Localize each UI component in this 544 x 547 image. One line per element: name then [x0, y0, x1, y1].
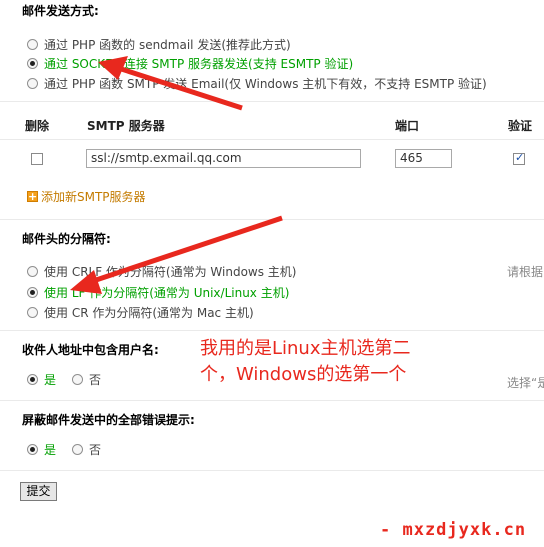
- send-method-title: 邮件发送方式:: [22, 4, 99, 18]
- radio-include-username-yes[interactable]: [27, 374, 38, 385]
- col-header-delete: 删除: [25, 119, 50, 133]
- radio-suppress-errors-no[interactable]: [72, 444, 84, 455]
- col-header-port: 端口: [395, 119, 420, 133]
- separator-option-label: 使用 CRLF 作为分隔符(通常为 Windows 主机): [44, 264, 297, 279]
- add-smtp-server-label: 添加新SMTP服务器: [41, 190, 146, 204]
- radio-crlf[interactable]: [27, 265, 38, 277]
- divider: [0, 139, 544, 140]
- radio-sendmail[interactable]: [27, 38, 38, 50]
- col-header-smtp-server: SMTP 服务器: [87, 119, 165, 133]
- divider: [0, 219, 544, 220]
- plus-icon: +: [27, 190, 38, 203]
- radio-lf[interactable]: [27, 286, 38, 298]
- separator-option-lf[interactable]: 使用 LF 作为分隔符(通常为 Unix/Linux 主机): [27, 284, 289, 300]
- add-smtp-server-link[interactable]: + 添加新SMTP服务器: [27, 188, 146, 205]
- annotation-text: 我用的是Linux主机选第二 个，Windows的选第一个: [200, 336, 460, 388]
- include-username-no-label: 否: [89, 373, 102, 387]
- send-method-option-socket[interactable]: 通过 SOCKET 连接 SMTP 服务器发送(支持 ESMTP 验证): [27, 55, 353, 71]
- separator-hint: 请根据: [507, 265, 544, 279]
- delete-checkbox[interactable]: [31, 153, 43, 165]
- separator-option-cr[interactable]: 使用 CR 作为分隔符(通常为 Mac 主机): [27, 304, 254, 320]
- separator-title: 邮件头的分隔符:: [22, 232, 111, 246]
- separator-option-label: 使用 LF 作为分隔符(通常为 Unix/Linux 主机): [44, 285, 290, 300]
- port-input[interactable]: 465: [395, 149, 452, 168]
- col-header-auth: 验证: [508, 119, 533, 133]
- radio-include-username-no[interactable]: [72, 374, 84, 385]
- radio-cr[interactable]: [27, 306, 38, 318]
- radio-suppress-errors-yes[interactable]: [27, 444, 38, 455]
- submit-button[interactable]: 提交: [20, 482, 57, 501]
- smtp-server-input[interactable]: ssl://smtp.exmail.qq.com: [86, 149, 361, 168]
- auth-checkbox[interactable]: [513, 151, 525, 165]
- send-method-option-label: 通过 SOCKET 连接 SMTP 服务器发送(支持 ESMTP 验证): [44, 56, 354, 71]
- divider: [0, 400, 544, 401]
- radio-php-smtp[interactable]: [27, 77, 38, 89]
- suppress-errors-no-label: 否: [89, 443, 102, 457]
- send-method-option-sendmail[interactable]: 通过 PHP 函数的 sendmail 发送(推荐此方式): [27, 36, 291, 52]
- divider: [0, 330, 544, 331]
- annotation-line: 个，Windows的选第一个: [200, 364, 407, 385]
- send-method-option-php-smtp[interactable]: 通过 PHP 函数 SMTP 发送 Email(仅 Windows 主机下有效，…: [27, 75, 487, 91]
- send-method-option-label: 通过 PHP 函数的 sendmail 发送(推荐此方式): [44, 37, 291, 52]
- include-username-yes-label: 是: [44, 373, 57, 387]
- include-username-hint: 选择“是: [507, 376, 544, 390]
- suppress-errors-choice: 是 否: [27, 441, 101, 458]
- send-method-option-label: 通过 PHP 函数 SMTP 发送 Email(仅 Windows 主机下有效，…: [44, 76, 487, 91]
- suppress-errors-yes-label: 是: [44, 443, 57, 457]
- include-username-choice: 是 否: [27, 371, 101, 388]
- separator-option-crlf[interactable]: 使用 CRLF 作为分隔符(通常为 Windows 主机): [27, 263, 297, 279]
- include-username-title: 收件人地址中包含用户名:: [22, 343, 159, 357]
- annotation-line: 我用的是Linux主机选第二: [200, 338, 411, 359]
- divider: [0, 101, 544, 102]
- divider: [0, 470, 544, 471]
- watermark-text: - mxzdjyxk.cn: [380, 520, 527, 540]
- mail-settings-page: 邮件发送方式: 通过 PHP 函数的 sendmail 发送(推荐此方式) 通过…: [0, 0, 544, 547]
- separator-option-label: 使用 CR 作为分隔符(通常为 Mac 主机): [44, 305, 254, 320]
- radio-socket[interactable]: [27, 57, 38, 69]
- suppress-errors-title: 屏蔽邮件发送中的全部错误提示:: [22, 413, 195, 427]
